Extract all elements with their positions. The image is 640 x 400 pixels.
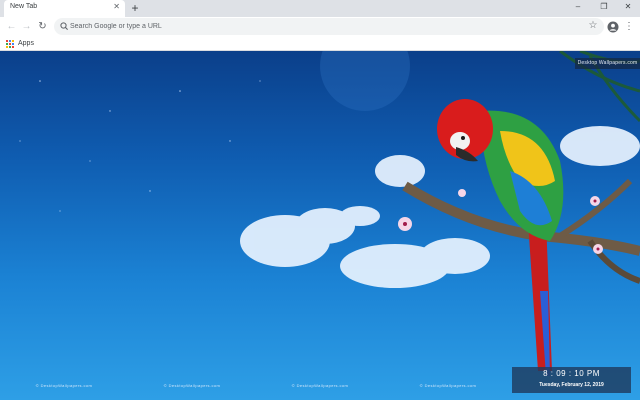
new-tab-page: Desktop Wallpapers.com © DesktopWallpape…: [0, 51, 640, 400]
new-tab-button[interactable]: +: [128, 1, 142, 15]
forward-button[interactable]: →: [19, 19, 34, 34]
apps-grid-icon: [6, 35, 14, 53]
clock-time: 8 : 09 : 10 PM: [543, 369, 600, 378]
bookmarks-bar: Apps: [0, 36, 640, 51]
restore-button[interactable]: ❐: [592, 0, 616, 17]
apps-label: Apps: [18, 40, 34, 47]
clock-date: Tuesday, February 12, 2019: [539, 382, 604, 388]
parrot-wallpaper-image: [19, 51, 640, 376]
minimize-button[interactable]: –: [566, 0, 590, 17]
apps-shortcut[interactable]: Apps: [6, 37, 34, 50]
tab-strip: New Tab ✕ + – ❐ ✕: [0, 0, 640, 17]
wallpaper-clock: 8 : 09 : 10 PM Tuesday, February 12, 201…: [512, 367, 631, 393]
profile-avatar-icon[interactable]: [607, 20, 619, 33]
omnibox[interactable]: [54, 18, 604, 35]
back-button[interactable]: ←: [4, 19, 19, 34]
watermark-text: © DesktopWallpapers.com: [163, 383, 221, 388]
watermark-text: © DesktopWallpapers.com: [291, 383, 349, 388]
watermark-text: © DesktopWallpapers.com: [35, 383, 93, 388]
tab-close-icon[interactable]: ✕: [113, 2, 120, 12]
chrome-menu-icon[interactable]: ⋮: [624, 19, 634, 34]
search-icon: [59, 18, 69, 35]
tab-title: New Tab: [10, 3, 38, 10]
reload-button[interactable]: ↻: [35, 19, 50, 34]
tab-new-tab[interactable]: New Tab ✕: [4, 0, 125, 17]
bookmark-star-icon[interactable]: ☆: [586, 19, 600, 33]
window-close-button[interactable]: ✕: [616, 0, 640, 17]
toolbar: ← → ↻ ☆ ⋮: [0, 17, 640, 36]
omnibox-input[interactable]: [70, 19, 570, 34]
watermark-text: © DesktopWallpapers.com: [419, 383, 477, 388]
watermark-logo: Desktop Wallpapers.com: [575, 58, 640, 69]
